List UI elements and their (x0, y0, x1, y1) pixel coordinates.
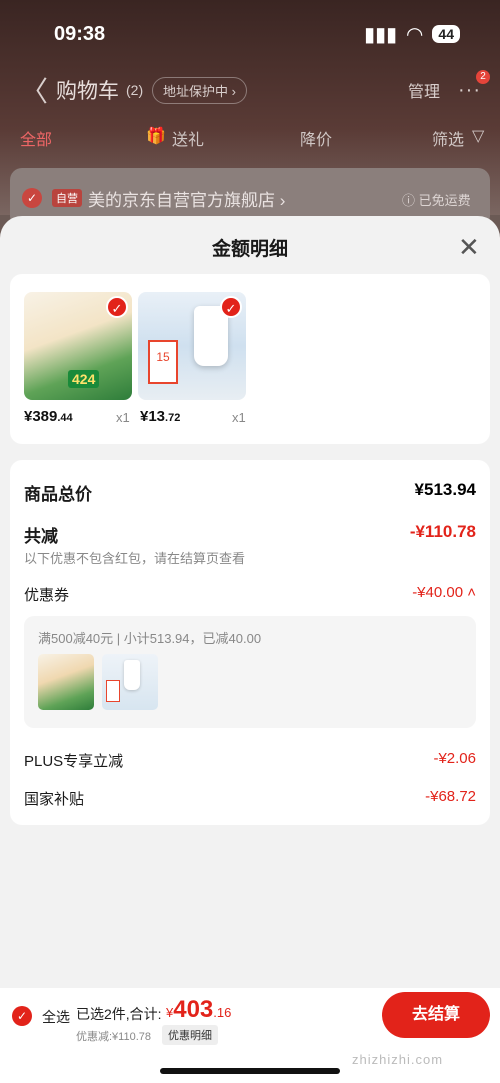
select-all-checkbox[interactable]: ✓ (12, 1006, 32, 1026)
discount-amount: 优惠减:¥110.78 (76, 1031, 152, 1043)
reduce-label: 共减 (24, 527, 58, 546)
coupon-toggle[interactable]: -¥40.00 ˄ (412, 584, 476, 601)
self-operated-tag: 自营 (52, 189, 82, 207)
manage-button[interactable]: 管理 (408, 78, 440, 102)
total-label: 商品总价 (24, 485, 92, 504)
tab-price-drop[interactable]: 降价 (300, 126, 332, 150)
tab-gift[interactable]: 送礼 (172, 126, 204, 150)
signal-icon: ▮▮▮ (364, 23, 398, 46)
product-qty: x1 (116, 410, 130, 425)
total-amount: ¥403.16 (166, 996, 232, 1023)
product-image-konka[interactable]: 15 ✓ (138, 292, 246, 400)
home-indicator (160, 1068, 340, 1074)
wifi-icon: ◠ (407, 23, 423, 46)
sheet-title: 金额明细 (211, 239, 288, 260)
address-protection-button[interactable]: 地址保护中 › (152, 76, 247, 104)
coupon-label: 优惠券 (24, 587, 70, 604)
subsidy-label: 国家补贴 (24, 791, 85, 808)
store-checkbox[interactable]: ✓ (22, 188, 42, 208)
coupon-product-thumb (102, 654, 158, 710)
checkout-bar: ✓ 全选 已选2件,合计: ¥403.16 优惠减:¥110.78 优惠明细 去… (0, 988, 500, 1083)
coupon-detail: 满500减40元 | 小计513.94，已减40.00 (38, 631, 262, 646)
selected-count: 已选2件,合计: (76, 1006, 162, 1022)
coupon-product-thumb (38, 654, 94, 710)
product-tag (106, 680, 120, 702)
tab-all[interactable]: 全部 (20, 126, 52, 150)
cart-tabs: 全部 🎁 送礼 降价 筛选 ▽ (0, 126, 500, 150)
total-value: ¥513.94 (414, 480, 476, 499)
notification-badge: 2 (476, 70, 490, 84)
free-shipping-label: ⓘ 已免运费 (402, 193, 471, 208)
cart-header-background: 09:38 ▮▮▮ ◠ 44 〈 购物车 (2) 地址保护中 › 管理 ··· … (0, 0, 500, 228)
price-summary-card: 商品总价 ¥513.94 共减 -¥110.78 以下优惠不包含红包，请在结算页… (10, 460, 490, 825)
discount-detail-button[interactable]: 优惠明细 (162, 1025, 218, 1045)
filter-button[interactable]: 筛选 (432, 126, 464, 150)
close-icon[interactable]: ✕ (458, 232, 480, 263)
cart-count: (2) (126, 82, 144, 98)
select-all-label[interactable]: 全选 (42, 1007, 70, 1027)
plus-label: PLUS专享立减 (24, 753, 124, 770)
check-icon: ✓ (220, 296, 242, 318)
product-qty: x1 (232, 410, 246, 425)
product-price: ¥389.44 (24, 408, 73, 425)
product-price: ¥13.72 (140, 408, 181, 425)
plus-value: -¥2.06 (433, 750, 476, 767)
watermark: zhizhizhi.com (352, 1052, 444, 1067)
amount-detail-sheet: 金额明细 ✕ 424 ✓ 15 ✓ ¥389.44 x1 ¥13.72 x1 商… (0, 216, 500, 988)
filter-icon[interactable]: ▽ (472, 126, 484, 146)
product-badge: 424 (68, 370, 100, 388)
coupon-detail-box: 满500减40元 | 小计513.94，已减40.00 (24, 616, 476, 728)
nav-bar: 〈 购物车 (2) 地址保护中 › 管理 ··· 2 (0, 70, 500, 110)
check-icon: ✓ (106, 296, 128, 318)
subsidy-value: -¥68.72 (425, 788, 476, 805)
page-title: 购物车 (56, 80, 119, 103)
filter-cartridge (124, 660, 140, 690)
product-badge: 15 (148, 340, 178, 384)
gift-icon: 🎁 (146, 128, 166, 145)
product-image-midea[interactable]: 424 ✓ (24, 292, 132, 400)
back-icon[interactable]: 〈 (20, 70, 48, 110)
battery-icon: 44 (432, 25, 460, 43)
status-bar: 09:38 ▮▮▮ ◠ 44 (54, 18, 460, 50)
store-name[interactable]: 美的京东自营官方旗舰店 › (88, 186, 285, 211)
reduce-note: 以下优惠不包含红包，请在结算页查看 (24, 551, 246, 566)
status-time: 09:38 (54, 22, 106, 45)
product-card: 424 ✓ 15 ✓ ¥389.44 x1 ¥13.72 x1 (10, 274, 490, 444)
checkout-button[interactable]: 去结算 (382, 992, 490, 1038)
reduce-value: -¥110.78 (409, 522, 476, 541)
